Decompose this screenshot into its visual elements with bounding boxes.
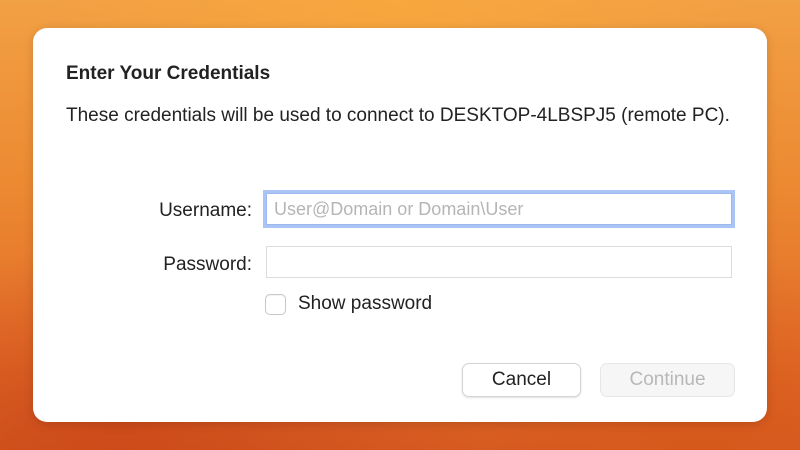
desktop-background: Enter Your Credentials These credentials…	[0, 0, 800, 450]
show-password-label[interactable]: Show password	[298, 293, 432, 315]
credentials-dialog: Enter Your Credentials These credentials…	[33, 28, 767, 422]
username-label: Username:	[159, 200, 252, 221]
continue-button[interactable]: Continue	[600, 363, 735, 397]
cancel-button[interactable]: Cancel	[462, 363, 581, 397]
dialog-message: These credentials will be used to connec…	[66, 105, 730, 126]
show-password-toggle[interactable]: Show password	[265, 292, 432, 316]
dialog-title: Enter Your Credentials	[66, 63, 271, 84]
username-input[interactable]	[266, 193, 732, 225]
password-label: Password:	[163, 254, 252, 275]
show-password-checkbox[interactable]	[265, 293, 286, 315]
password-input[interactable]	[266, 246, 732, 278]
